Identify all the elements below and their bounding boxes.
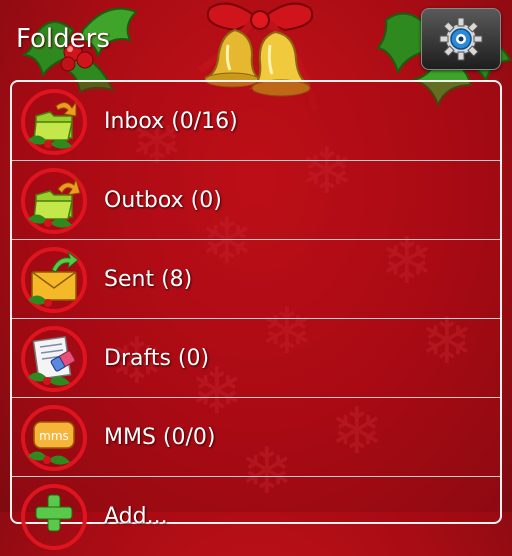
- settings-button[interactable]: [421, 8, 501, 70]
- folder-label: Outbox (0): [104, 188, 222, 213]
- folder-row-outbox[interactable]: Outbox (0): [12, 161, 500, 240]
- mms-badge-text: mms: [39, 429, 69, 443]
- inbox-folder-icon: [21, 89, 87, 155]
- folder-label: MMS (0/0): [104, 425, 216, 450]
- folder-row-inbox[interactable]: Inbox (0/16): [12, 82, 500, 161]
- drafts-notepad-icon: [21, 326, 87, 392]
- folder-label: Sent (8): [104, 267, 193, 292]
- folder-row-add[interactable]: Add...: [12, 477, 500, 556]
- page-title: Folders: [16, 24, 110, 54]
- folder-row-sent[interactable]: Sent (8): [12, 240, 500, 319]
- folder-list: Inbox (0/16) Outbox (0) Sent (8) Drafts …: [10, 80, 502, 550]
- title-bar: Folders: [0, 0, 512, 111]
- outbox-folder-icon: [21, 168, 87, 234]
- mms-icon: mms: [21, 405, 87, 471]
- folder-label: Inbox (0/16): [104, 109, 238, 134]
- folder-row-mms[interactable]: mms MMS (0/0): [12, 398, 500, 477]
- gear-icon: [439, 17, 483, 61]
- sent-envelope-icon: [21, 247, 87, 313]
- add-folder-icon: [21, 484, 87, 550]
- folder-row-drafts[interactable]: Drafts (0): [12, 319, 500, 398]
- folder-label: Add...: [104, 504, 168, 529]
- folder-label: Drafts (0): [104, 346, 210, 371]
